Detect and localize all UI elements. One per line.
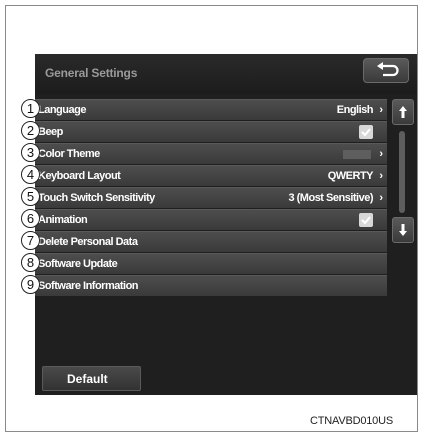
scroll-thumb[interactable] [399,131,405,213]
settings-row-language[interactable]: Language English › [35,99,387,120]
page-title: General Settings [45,66,138,80]
row-label: Keyboard Layout [38,170,121,182]
chevron-right-icon: › [379,170,383,182]
row-label: Language [38,104,86,116]
scroll-up-button[interactable] [392,99,414,125]
callout-number: 5 [21,187,40,206]
chevron-right-icon: › [379,192,383,204]
checkmark-icon [361,216,371,225]
callout-number: 4 [21,165,40,184]
chevron-right-icon: › [379,148,383,160]
row-value: English [336,104,374,116]
row-label: Touch Switch Sensitivity [38,192,155,204]
row-value: 3 (Most Sensitive) [288,192,373,204]
row-label: Animation [38,214,88,226]
default-button[interactable]: Default [42,366,141,391]
scrollbar[interactable] [392,99,417,344]
row-label: Beep [38,126,63,138]
callout-number: 6 [21,209,40,228]
checkbox-checked-icon[interactable] [359,125,373,139]
settings-screen: General Settings Language English › Beep… [35,54,417,395]
checkmark-icon [361,128,371,137]
row-label: Software Update [38,258,118,270]
callout-number: 8 [21,253,40,272]
settings-row-delete-personal-data[interactable]: Delete Personal Data [35,231,387,252]
back-button[interactable] [363,58,409,83]
settings-row-software-information[interactable]: Software Information [35,275,387,296]
callout-number: 2 [21,121,40,140]
screen-header: General Settings [35,54,417,94]
row-label: Software Information [38,280,139,292]
checkbox-checked-icon[interactable] [359,213,373,227]
settings-row-software-update[interactable]: Software Update [35,253,387,274]
arrow-up-icon [399,106,407,118]
chevron-right-icon: › [379,104,383,116]
settings-row-animation[interactable]: Animation [35,209,387,230]
callout-number: 1 [21,99,40,118]
settings-row-color-theme[interactable]: Color Theme › [35,143,387,164]
settings-row-keyboard-layout[interactable]: Keyboard Layout QWERTY › [35,165,387,186]
row-label: Delete Personal Data [38,236,138,248]
scroll-down-button[interactable] [392,217,414,243]
color-swatch [343,150,371,159]
row-value: QWERTY [327,170,374,182]
back-arrow-icon [377,62,399,77]
row-label: Color Theme [38,148,100,160]
settings-row-touch-sensitivity[interactable]: Touch Switch Sensitivity 3 (Most Sensiti… [35,187,387,208]
settings-row-beep[interactable]: Beep [35,121,387,142]
callout-number: 9 [21,275,40,294]
callout-number: 3 [21,143,40,162]
arrow-down-icon [399,224,407,236]
figure-code: CTNAVBD010US [310,415,393,427]
callout-number: 7 [21,231,40,250]
default-button-label: Default [67,372,108,386]
